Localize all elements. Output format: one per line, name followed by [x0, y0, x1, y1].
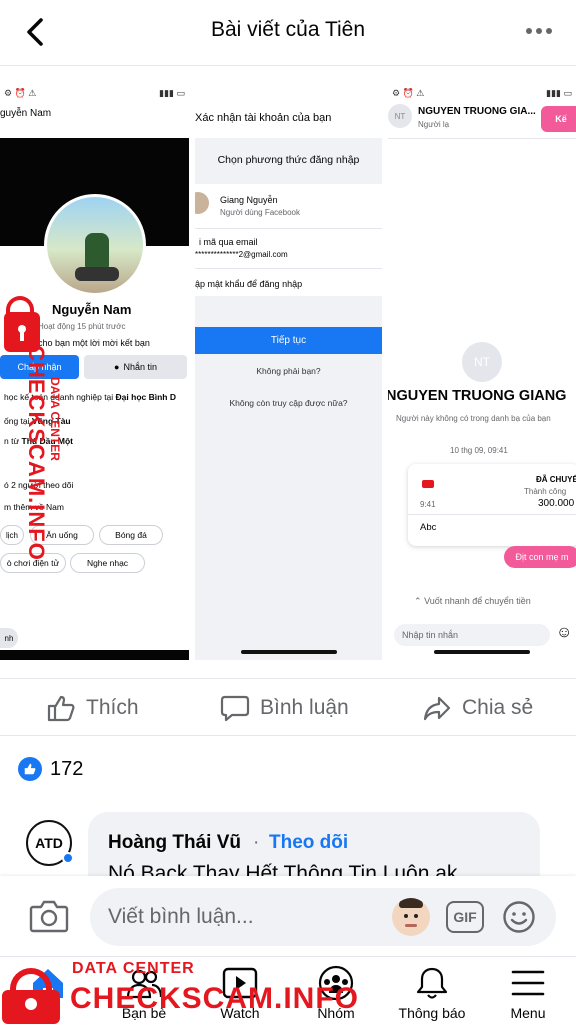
chat-header-avatar: NT — [388, 104, 412, 128]
contact-name: NGUYEN TRUONG GIANG — [388, 388, 567, 404]
email-option-title[interactable]: i mã qua email — [199, 237, 258, 247]
more-options-icon[interactable] — [524, 20, 554, 42]
comment-composer: Viết bình luận... GIF — [0, 876, 576, 956]
thumbs-up-icon — [47, 695, 75, 722]
not-you-link[interactable]: Không phải bạn? — [195, 366, 382, 376]
like-label: Thích — [86, 696, 139, 719]
status-bar: ⚙ ⏰ ⚠ ▮▮▮ ▭ — [4, 88, 185, 98]
watermark-lock-icon-bottom — [2, 968, 60, 1024]
share-label: Chia sẻ — [462, 696, 534, 719]
comment-author[interactable]: Hoàng Thái Vũ — [108, 832, 241, 854]
share-arrow-icon — [423, 696, 451, 721]
swipe-hint-text: Vuốt nhanh để chuyển tiền — [424, 596, 531, 606]
comment-placeholder: Viết bình luận... — [108, 905, 254, 928]
messenger-icon: ● — [114, 362, 120, 372]
comment-button[interactable]: Bình luận — [220, 679, 349, 737]
watermark-lock-shackle — [6, 296, 34, 318]
post-actions: Thích Bình luận Chia sẻ — [0, 678, 576, 736]
watermark-vertical-sub: DATA CENTER — [48, 377, 62, 461]
separator-dot: · — [253, 832, 260, 853]
login-title: Xác nhận tài khoản của bạn — [195, 112, 332, 124]
comment-input[interactable]: Viết bình luận... GIF — [90, 888, 556, 946]
page-title: Bài viết của Tiên — [210, 18, 366, 41]
bottom-bar — [0, 650, 189, 660]
camera-icon[interactable] — [28, 896, 70, 936]
user-name: Giang Nguyễn — [220, 195, 278, 205]
swipe-hint: ⌃ Vuốt nhanh để chuyển tiền — [414, 596, 531, 607]
like-button[interactable]: Thích — [46, 679, 139, 737]
chat-input-placeholder: Nhập tin nhắn — [402, 630, 459, 640]
chat-header-name: NGUYEN TRUONG GIA... — [418, 106, 536, 117]
work-place: Đại học Bình D — [115, 392, 176, 402]
tab-notifications[interactable]: Thông báo — [384, 957, 480, 1025]
transfer-title: ĐÃ CHUYỂ — [536, 475, 576, 484]
emoji-icon[interactable] — [502, 900, 536, 934]
tag-music[interactable]: Nghe nhạc — [70, 553, 145, 573]
like-count: 172 — [50, 757, 84, 780]
login-header — [195, 82, 382, 138]
watermark-vertical-text: CHECKSCAM.INFO — [24, 345, 49, 561]
screenshot-chat[interactable]: ⚙ ⏰ ⚠ ▮▮▮ ▭ NT NGUYEN TRUONG GIA... Ngườ… — [388, 82, 576, 660]
outgoing-message: Địt con mẹ m — [504, 546, 576, 568]
home-indicator — [434, 650, 530, 654]
add-friend-button[interactable]: Kế — [541, 106, 576, 132]
header-avatar-initials: NT — [394, 111, 406, 121]
reaction-summary[interactable]: 172 — [18, 755, 83, 783]
chat-datetime: 10 thg 09, 09:41 — [450, 446, 508, 455]
bank-icon — [422, 480, 434, 488]
divider — [408, 514, 576, 515]
transfer-status: Thành công — [524, 487, 567, 496]
divider — [388, 138, 576, 139]
profile-photo — [44, 194, 146, 296]
bell-icon — [416, 967, 448, 999]
divider — [195, 228, 382, 229]
tab-menu[interactable]: Menu — [480, 957, 576, 1025]
profile-top-name: guyễn Nam — [0, 108, 52, 119]
swipe-up-icon: ⌃ — [414, 596, 422, 606]
chat-input[interactable]: Nhập tin nhắn — [394, 624, 550, 646]
screenshot-login-confirm[interactable]: ⚙ ⏰ ♪ ⚠ ▮▮▮ ▭ Xác nhận tài khoản của bạn… — [195, 82, 382, 660]
tab-notifications-label: Thông báo — [398, 1005, 466, 1021]
tag-travel[interactable]: lịch — [0, 525, 24, 545]
bottom-chip[interactable]: nh — [0, 628, 18, 648]
comment-label: Bình luận — [260, 696, 349, 719]
gif-button[interactable]: GIF — [446, 901, 484, 933]
transfer-note: Abc — [420, 522, 437, 533]
hamburger-menu-icon — [511, 970, 545, 996]
emoji-icon[interactable]: ☺ — [556, 624, 572, 642]
user-type: Người dùng Facebook — [220, 208, 300, 217]
chat-header-sub: Người lạ — [418, 120, 450, 129]
transfer-time: 9:41 — [420, 500, 436, 509]
verified-badge-icon — [62, 852, 74, 864]
divider — [195, 268, 382, 269]
transfer-amount: 300.000 — [538, 498, 575, 509]
like-reaction-icon — [18, 757, 42, 781]
follow-link[interactable]: Theo dõi — [269, 832, 348, 854]
transfer-card[interactable]: ĐÃ CHUYỂ Thành công 300.000 9:41 Abc — [408, 464, 576, 546]
watermark-bottom-sub: DATA CENTER — [72, 960, 195, 977]
comment-bubble-icon — [220, 695, 250, 722]
continue-button[interactable]: Tiếp tục — [195, 327, 382, 354]
no-access-link[interactable]: Không còn truy cập được nữa? — [195, 398, 382, 408]
watermark-bottom-text: CHECKSCAM.INFO — [70, 982, 359, 1015]
profile-name: Nguyễn Nam — [52, 302, 132, 317]
lives-prefix: n từ — [4, 436, 20, 446]
message-button-label: Nhắn tin — [123, 362, 157, 372]
active-status: Hoạt động 15 phút trước — [38, 322, 126, 331]
login-subtitle: Chọn phương thức đăng nhập — [217, 154, 360, 166]
share-button[interactable]: Chia sẻ — [422, 679, 533, 737]
message-button[interactable]: ● Nhắn tin — [84, 355, 187, 379]
tab-menu-label: Menu — [510, 1005, 546, 1021]
avatar-sticker-icon[interactable] — [392, 898, 430, 936]
top-bar: Bài viết của Tiên — [0, 0, 576, 66]
contact-avatar: NT — [462, 342, 502, 382]
tag-football[interactable]: Bóng đá — [99, 525, 163, 545]
commenter-avatar-text: ATD — [35, 835, 63, 851]
contact-avatar-initials: NT — [474, 355, 490, 369]
not-in-contacts-text: Người này không có trong danh bạ của bạn — [396, 414, 551, 423]
status-bar: ⚙ ⏰ ⚠ ▮▮▮ ▭ — [392, 88, 572, 98]
email-option-value: **************2@gmail.com — [195, 250, 288, 259]
password-option[interactable]: ập mật khẩu để đăng nhập — [195, 279, 302, 289]
home-indicator — [240, 650, 337, 654]
